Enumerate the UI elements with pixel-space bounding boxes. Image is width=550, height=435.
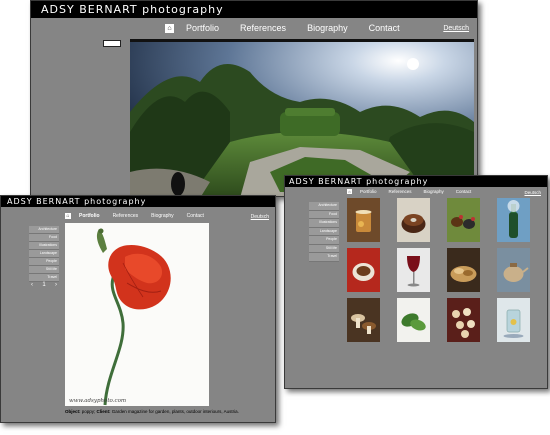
main-nav: ⌂ Portfolio References Biography Contact	[347, 189, 483, 194]
next-arrow-icon[interactable]: ›	[55, 282, 57, 288]
poppy-photo: www.adsyphoto.com	[65, 223, 209, 406]
title-bar: ADSY BERNART photography	[31, 1, 477, 18]
title-bar: ADSY BERNART photography	[1, 196, 275, 207]
thumbnail-teapot[interactable]	[497, 248, 530, 292]
thumbnail-water-glass[interactable]	[497, 298, 530, 342]
thumbnail-biscuits[interactable]	[447, 298, 480, 342]
home-icon[interactable]: ⌂	[65, 213, 71, 219]
prev-arrow-icon[interactable]: ‹	[31, 282, 33, 288]
category-architecture[interactable]: Architecture	[309, 202, 339, 211]
category-illustrations[interactable]: Illustrations	[29, 242, 59, 250]
poppy-image: www.adsyphoto.com	[65, 223, 209, 406]
category-landscape[interactable]: Landscape	[309, 227, 339, 236]
panorama-photo	[130, 39, 474, 196]
category-still-life[interactable]: Still life	[29, 266, 59, 274]
main-nav: ⌂ Portfolio References Biography Contact	[165, 23, 421, 33]
home-icon[interactable]: ⌂	[165, 23, 174, 33]
category-illustrations[interactable]: Illustrations	[309, 219, 339, 228]
thumbnail-grid	[347, 198, 530, 342]
thumbnail-chickens[interactable]	[447, 198, 480, 242]
language-link[interactable]: Deutsch	[524, 190, 541, 195]
category-people[interactable]: People	[29, 258, 59, 266]
window-portfolio-grid: ADSY BERNART photography ⌂ Portfolio Ref…	[284, 175, 548, 389]
window-panorama: ADSY BERNART photography ⌂ Portfolio Ref…	[30, 0, 478, 197]
nav-references[interactable]: References	[113, 213, 139, 219]
watermark-text: www.adsyphoto.com	[69, 398, 126, 404]
category-food[interactable]: Food	[309, 210, 339, 219]
nav-portfolio[interactable]: Portfolio	[79, 213, 100, 219]
nav-portfolio[interactable]: Portfolio	[360, 189, 377, 194]
category-landscape[interactable]: Landscape	[29, 250, 59, 258]
garden-panorama-image	[130, 42, 474, 196]
nav-biography[interactable]: Biography	[307, 23, 348, 33]
photo-caption: Object: poppy; Client: Garden magazine f…	[65, 409, 239, 414]
category-architecture[interactable]: Architecture	[29, 226, 59, 234]
thumbnail-pastry[interactable]	[447, 248, 480, 292]
category-menu: Architecture Food Illustrations Landscap…	[29, 226, 59, 282]
thumbnail-tea-glass[interactable]	[347, 198, 380, 242]
window-photo-detail: ADSY BERNART photography ⌂ Portfolio Ref…	[0, 195, 276, 423]
nav-references[interactable]: References	[389, 189, 412, 194]
thumbnail-mushrooms[interactable]	[347, 298, 380, 342]
nav-contact[interactable]: Contact	[456, 189, 472, 194]
language-link[interactable]: Deutsch	[251, 214, 269, 220]
thumbnail-coffee-cup[interactable]	[347, 248, 380, 292]
brand-logo[interactable]: ADSY BERNART photography	[7, 197, 146, 206]
nav-contact[interactable]: Contact	[187, 213, 204, 219]
category-food[interactable]: Food	[29, 234, 59, 242]
brand-logo[interactable]: ADSY BERNART photography	[289, 177, 428, 186]
category-menu: Architecture Food Illustrations Landscap…	[309, 202, 339, 262]
category-travel[interactable]: Travel	[309, 253, 339, 262]
nav-biography[interactable]: Biography	[424, 189, 444, 194]
brand-logo[interactable]: ADSY BERNART photography	[41, 3, 224, 16]
page-number: 1	[42, 282, 46, 288]
image-pager: ‹ 1 ›	[31, 282, 57, 288]
category-still-life[interactable]: Still life	[309, 244, 339, 253]
thumbnail-wine-glass[interactable]	[397, 248, 430, 292]
home-icon[interactable]: ⌂	[347, 189, 352, 194]
thumbnail-strip-icon[interactable]	[103, 40, 121, 47]
thumbnail-bottle-splash[interactable]	[497, 198, 530, 242]
title-bar: ADSY BERNART photography	[285, 176, 547, 187]
thumbnail-bundt-cake[interactable]	[397, 198, 430, 242]
nav-portfolio[interactable]: Portfolio	[186, 23, 219, 33]
thumbnail-spinach-leaves[interactable]	[397, 298, 430, 342]
category-people[interactable]: People	[309, 236, 339, 245]
main-nav: ⌂ Portfolio References Biography Contact	[65, 213, 217, 219]
category-travel[interactable]: Travel	[29, 274, 59, 282]
nav-contact[interactable]: Contact	[369, 23, 400, 33]
language-link[interactable]: Deutsch	[443, 25, 469, 32]
nav-references[interactable]: References	[240, 23, 286, 33]
nav-biography[interactable]: Biography	[151, 213, 174, 219]
